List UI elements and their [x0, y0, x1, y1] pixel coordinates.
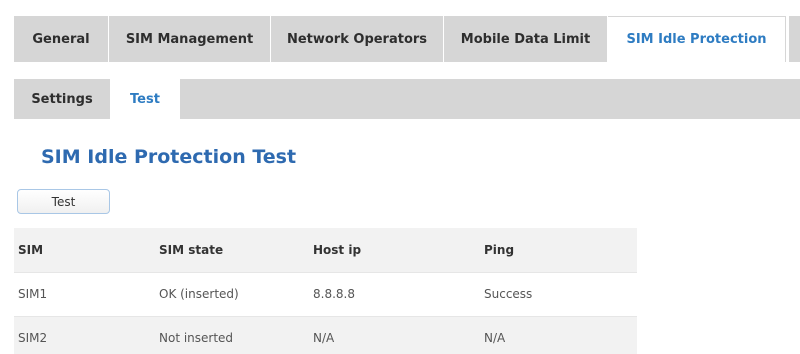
cell-sim-state: OK (inserted) — [159, 287, 239, 301]
table-row: SIM2 Not inserted N/A N/A — [14, 316, 637, 354]
table-row: SIM1 OK (inserted) 8.8.8.8 Success — [14, 272, 637, 316]
tab-bar-edge — [789, 16, 800, 62]
cell-ping: Success — [484, 287, 533, 301]
sub-tab-bar: Settings Test — [14, 79, 800, 119]
subtab-settings[interactable]: Settings — [14, 79, 111, 119]
tab-mobile-data-limit[interactable]: Mobile Data Limit — [444, 16, 608, 62]
test-button[interactable]: Test — [17, 189, 110, 214]
cell-ping: N/A — [484, 331, 506, 345]
table-header-row: SIM SIM state Host ip Ping — [14, 228, 637, 272]
column-header-ping: Ping — [484, 242, 515, 257]
results-table: SIM SIM state Host ip Ping SIM1 OK (inse… — [14, 228, 637, 354]
subtab-test[interactable]: Test — [111, 79, 180, 119]
tab-sim-idle-protection[interactable]: SIM Idle Protection — [608, 16, 786, 62]
column-header-sim-state: SIM state — [159, 242, 224, 257]
column-header-host-ip: Host ip — [313, 242, 362, 257]
cell-host-ip: N/A — [313, 331, 335, 345]
page-title: SIM Idle Protection Test — [41, 146, 297, 168]
cell-sim: SIM2 — [18, 331, 48, 345]
cell-sim-state: Not inserted — [159, 331, 234, 345]
page: General SIM Management Network Operators… — [0, 0, 800, 354]
column-header-sim: SIM — [18, 242, 44, 257]
tab-network-operators[interactable]: Network Operators — [271, 16, 444, 62]
top-tab-bar: General SIM Management Network Operators… — [14, 16, 786, 62]
cell-sim: SIM1 — [18, 287, 48, 301]
tab-sim-management[interactable]: SIM Management — [109, 16, 271, 62]
cell-host-ip: 8.8.8.8 — [313, 287, 355, 301]
tab-general[interactable]: General — [14, 16, 109, 62]
